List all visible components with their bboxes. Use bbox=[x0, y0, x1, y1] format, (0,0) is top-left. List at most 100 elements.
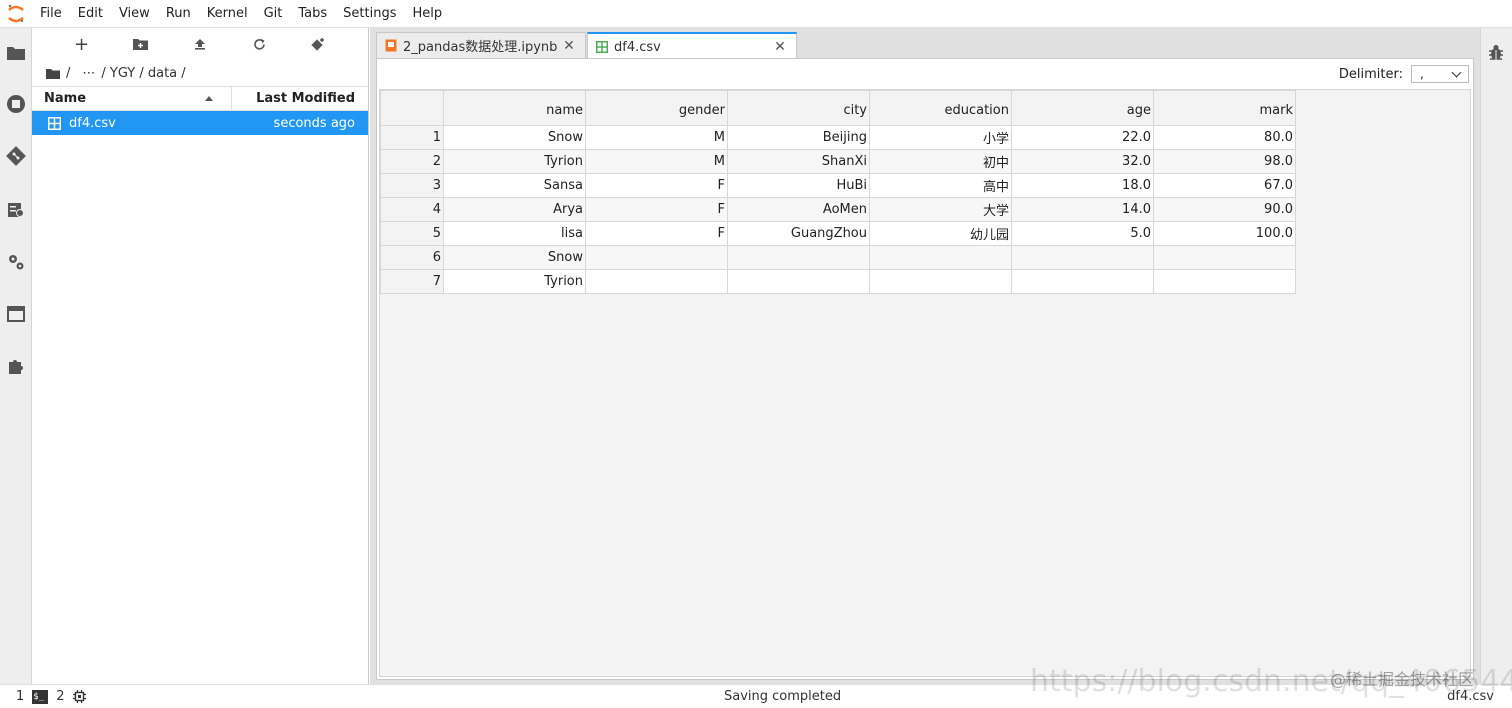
table-cell[interactable] bbox=[585, 245, 728, 270]
new-launcher-button[interactable]: + bbox=[68, 32, 96, 56]
table-cell[interactable]: 22.0 bbox=[1011, 125, 1154, 150]
table-cell[interactable] bbox=[1153, 245, 1296, 270]
table-cell[interactable]: ShanXi bbox=[727, 149, 870, 174]
terminal-icon[interactable]: $_ bbox=[32, 689, 49, 704]
tabs-panel-icon[interactable] bbox=[6, 304, 26, 324]
git-clone-icon bbox=[311, 38, 324, 51]
upload-button[interactable] bbox=[186, 32, 214, 56]
table-row: 4 Arya F AoMen 大学 14.0 90.0 bbox=[380, 197, 1296, 222]
row-index-header[interactable]: 6 bbox=[380, 245, 444, 270]
table-cell[interactable]: 100.0 bbox=[1153, 221, 1296, 246]
table-cell[interactable]: GuangZhou bbox=[727, 221, 870, 246]
row-index-header[interactable]: 1 bbox=[380, 125, 444, 150]
table-cell[interactable]: F bbox=[585, 197, 728, 222]
settings-gears-icon[interactable] bbox=[6, 252, 26, 272]
menu-kernel[interactable]: Kernel bbox=[199, 0, 256, 28]
breadcrumb-root[interactable]: / bbox=[66, 66, 70, 81]
table-cell[interactable] bbox=[869, 269, 1012, 294]
menu-tabs[interactable]: Tabs bbox=[290, 0, 335, 28]
table-cell[interactable]: 80.0 bbox=[1153, 125, 1296, 150]
new-folder-button[interactable] bbox=[127, 32, 155, 56]
tab-df4-csv[interactable]: df4.csv ✕ bbox=[587, 32, 797, 60]
delimiter-select[interactable]: , bbox=[1411, 65, 1469, 83]
table-cell[interactable]: 98.0 bbox=[1153, 149, 1296, 174]
table-cell[interactable]: 高中 bbox=[869, 173, 1012, 198]
running-kernels-icon[interactable] bbox=[6, 94, 26, 114]
table-cell[interactable]: 90.0 bbox=[1153, 197, 1296, 222]
table-cell[interactable]: Sansa bbox=[443, 173, 586, 198]
breadcrumb-ellipsis[interactable]: ⋯ bbox=[82, 66, 95, 81]
table-cell[interactable] bbox=[869, 245, 1012, 270]
menu-view[interactable]: View bbox=[111, 0, 158, 28]
table-cell[interactable] bbox=[727, 245, 870, 270]
table-cell[interactable] bbox=[727, 269, 870, 294]
table-cell[interactable] bbox=[1011, 245, 1154, 270]
table-cell[interactable]: 18.0 bbox=[1011, 173, 1154, 198]
close-icon[interactable]: ✕ bbox=[561, 38, 577, 54]
row-index-header[interactable]: 7 bbox=[380, 269, 444, 294]
table-cell[interactable]: 32.0 bbox=[1011, 149, 1154, 174]
row-index-header[interactable]: 3 bbox=[380, 173, 444, 198]
table-cell[interactable]: 14.0 bbox=[1011, 197, 1154, 222]
table-cell[interactable]: F bbox=[585, 221, 728, 246]
last-modified-column-header[interactable]: Last Modified bbox=[232, 87, 368, 110]
refresh-button[interactable] bbox=[245, 32, 273, 56]
table-cell[interactable]: Arya bbox=[443, 197, 586, 222]
table-cell[interactable]: 大学 bbox=[869, 197, 1012, 222]
table-cell[interactable]: HuBi bbox=[727, 173, 870, 198]
table-cell[interactable]: 初中 bbox=[869, 149, 1012, 174]
table-cell[interactable]: 67.0 bbox=[1153, 173, 1296, 198]
table-cell[interactable]: 5.0 bbox=[1011, 221, 1154, 246]
git-clone-button[interactable] bbox=[304, 32, 332, 56]
column-header-name[interactable]: name bbox=[443, 90, 586, 126]
kernel-count[interactable]: 1 bbox=[16, 689, 24, 704]
menu-git[interactable]: Git bbox=[256, 0, 291, 28]
terminal-count[interactable]: 2 bbox=[56, 689, 64, 704]
column-header-education[interactable]: education bbox=[869, 90, 1012, 126]
property-inspector-icon[interactable] bbox=[6, 200, 26, 220]
right-sidebar bbox=[1480, 28, 1512, 684]
table-cell[interactable] bbox=[585, 269, 728, 294]
table-cell[interactable]: 幼儿园 bbox=[869, 221, 1012, 246]
delimiter-control: Delimiter: , bbox=[1339, 65, 1469, 83]
data-grid[interactable]: name gender city education age mark 1 Snow M Bei… bbox=[379, 89, 1471, 677]
table-cell[interactable]: Snow bbox=[443, 245, 586, 270]
cpu-icon[interactable] bbox=[72, 690, 86, 703]
column-header-city[interactable]: city bbox=[727, 90, 870, 126]
table-cell[interactable] bbox=[1153, 269, 1296, 294]
home-folder-icon[interactable] bbox=[46, 68, 60, 79]
table-cell[interactable]: M bbox=[585, 149, 728, 174]
breadcrumb-path[interactable]: / YGY / data / bbox=[101, 66, 185, 81]
name-column-header[interactable]: Name bbox=[32, 87, 232, 110]
extensions-puzzle-icon[interactable] bbox=[6, 356, 26, 376]
table-cell[interactable] bbox=[1011, 269, 1154, 294]
table-cell[interactable]: lisa bbox=[443, 221, 586, 246]
column-header-age[interactable]: age bbox=[1011, 90, 1154, 126]
table-cell[interactable]: Tyrion bbox=[443, 149, 586, 174]
menu-help[interactable]: Help bbox=[405, 0, 451, 28]
row-index-header[interactable]: 2 bbox=[380, 149, 444, 174]
git-icon[interactable] bbox=[6, 146, 26, 166]
table-cell[interactable]: 小学 bbox=[869, 125, 1012, 150]
menu-file[interactable]: File bbox=[32, 0, 70, 28]
file-modified: seconds ago bbox=[273, 115, 355, 131]
row-index-header[interactable]: 5 bbox=[380, 221, 444, 246]
menu-run[interactable]: Run bbox=[158, 0, 199, 28]
table-cell[interactable]: F bbox=[585, 173, 728, 198]
jupyter-logo-icon bbox=[0, 0, 32, 28]
table-cell[interactable]: Beijing bbox=[727, 125, 870, 150]
table-cell[interactable]: AoMen bbox=[727, 197, 870, 222]
menu-settings[interactable]: Settings bbox=[335, 0, 404, 28]
file-list-item[interactable]: df4.csv seconds ago bbox=[32, 111, 368, 135]
close-icon[interactable]: ✕ bbox=[772, 39, 788, 55]
tab-notebook[interactable]: 2_pandas数据处理.ipynb ✕ bbox=[376, 32, 586, 58]
table-cell[interactable]: M bbox=[585, 125, 728, 150]
column-header-gender[interactable]: gender bbox=[585, 90, 728, 126]
debugger-bug-icon[interactable] bbox=[1488, 44, 1504, 66]
table-cell[interactable]: Tyrion bbox=[443, 269, 586, 294]
column-header-mark[interactable]: mark bbox=[1153, 90, 1296, 126]
table-cell[interactable]: Snow bbox=[443, 125, 586, 150]
folder-icon[interactable] bbox=[6, 42, 26, 62]
row-index-header[interactable]: 4 bbox=[380, 197, 444, 222]
menu-edit[interactable]: Edit bbox=[70, 0, 111, 28]
